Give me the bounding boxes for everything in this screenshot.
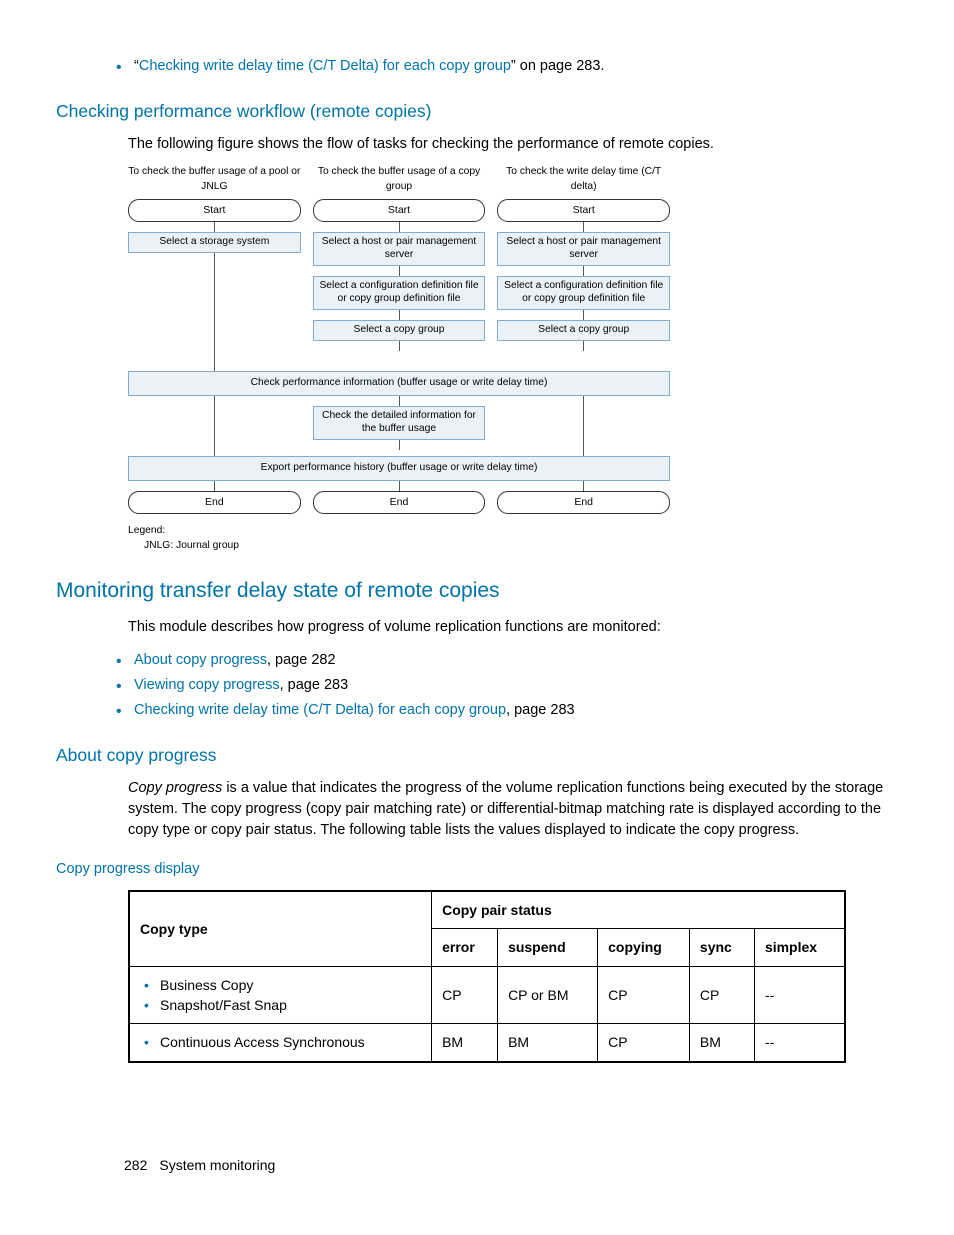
list-item: Viewing copy progress, page 283 — [134, 673, 898, 698]
link-suffix: , page 283 — [506, 702, 575, 718]
table-row: Business Copy Snapshot/Fast Snap CP CP o… — [129, 966, 845, 1024]
flow-col1-header: To check the buffer usage of a pool or J… — [128, 165, 301, 195]
th-copy-type: Copy type — [129, 891, 432, 966]
flow-box-select-config-2: Select a configuration definition file o… — [313, 276, 486, 310]
flow-box-select-copygroup-2: Select a copy group — [313, 320, 486, 341]
reference-item: “Checking write delay time (C/T Delta) f… — [134, 54, 898, 79]
cell-suspend: CP or BM — [498, 966, 598, 1024]
th-error: error — [432, 929, 498, 966]
table-caption: Copy progress display — [56, 859, 898, 880]
cell-copy-type: Continuous Access Synchronous — [129, 1024, 432, 1062]
cell-copying: CP — [598, 1024, 690, 1062]
page-number: 282 — [124, 1157, 147, 1173]
section3-paragraph: Copy progress is a value that indicates … — [56, 778, 898, 841]
flow-box-select-host-2: Select a host or pair management server — [313, 232, 486, 266]
flow-start-1: Start — [128, 199, 301, 222]
link-suffix: , page 282 — [267, 652, 336, 668]
flow-col3-header: To check the write delay time (C/T delta… — [497, 165, 670, 195]
link-viewing-copy-progress[interactable]: Viewing copy progress — [134, 677, 280, 693]
section-heading-performance-workflow: Checking performance workflow (remote co… — [56, 99, 898, 124]
flow-box-select-host-3: Select a host or pair management server — [497, 232, 670, 266]
flow-box-select-storage: Select a storage system — [128, 232, 301, 253]
list-item: Checking write delay time (C/T Delta) fo… — [134, 698, 898, 723]
section2-intro: This module describes how progress of vo… — [56, 617, 898, 638]
reference-suffix: ” on page 283. — [511, 58, 605, 74]
table-row: Continuous Access Synchronous BM BM CP B… — [129, 1024, 845, 1062]
flow-legend: Legend: JNLG: Journal group — [128, 524, 670, 554]
th-copying: copying — [598, 929, 690, 966]
type-item: Business Copy — [140, 975, 421, 995]
cell-error: CP — [432, 966, 498, 1024]
copy-progress-table: Copy type Copy pair status error suspend… — [128, 890, 846, 1062]
flow-box-select-copygroup-3: Select a copy group — [497, 320, 670, 341]
reference-link[interactable]: Checking write delay time (C/T Delta) fo… — [139, 58, 511, 74]
th-sync: sync — [689, 929, 754, 966]
top-reference-list: “Checking write delay time (C/T Delta) f… — [56, 54, 898, 79]
flow-col2-header: To check the buffer usage of a copy grou… — [313, 165, 486, 195]
cell-copy-type: Business Copy Snapshot/Fast Snap — [129, 966, 432, 1024]
flow-end-3: End — [497, 491, 670, 514]
flow-start-3: Start — [497, 199, 670, 222]
section-heading-about-copy-progress: About copy progress — [56, 743, 898, 768]
workflow-flowchart: To check the buffer usage of a pool or J… — [128, 165, 670, 554]
flow-wide-check-performance: Check performance information (buffer us… — [128, 371, 670, 396]
flow-box-check-detailed: Check the detailed information for the b… — [313, 406, 486, 440]
section1-paragraph: The following figure shows the flow of t… — [56, 134, 898, 155]
cell-simplex: -- — [754, 1024, 845, 1062]
list-item: About copy progress, page 282 — [134, 648, 898, 673]
footer-title: System monitoring — [159, 1157, 275, 1173]
legend-item: JNLG: Journal group — [128, 539, 670, 554]
cell-copying: CP — [598, 966, 690, 1024]
link-about-copy-progress[interactable]: About copy progress — [134, 652, 267, 668]
cell-error: BM — [432, 1024, 498, 1062]
type-item: Snapshot/Fast Snap — [140, 995, 421, 1015]
legend-title: Legend: — [128, 524, 670, 539]
th-suspend: suspend — [498, 929, 598, 966]
page-footer: 282 System monitoring — [124, 1155, 275, 1175]
th-copy-pair-status: Copy pair status — [432, 891, 845, 929]
cell-simplex: -- — [754, 966, 845, 1024]
section-heading-monitoring-transfer: Monitoring transfer delay state of remot… — [56, 576, 898, 606]
cell-sync: BM — [689, 1024, 754, 1062]
flow-end-2: End — [313, 491, 486, 514]
th-simplex: simplex — [754, 929, 845, 966]
flow-box-select-config-3: Select a configuration definition file o… — [497, 276, 670, 310]
italic-term: Copy progress — [128, 780, 222, 796]
cell-sync: CP — [689, 966, 754, 1024]
type-item: Continuous Access Synchronous — [140, 1032, 421, 1052]
link-checking-write-delay[interactable]: Checking write delay time (C/T Delta) fo… — [134, 702, 506, 718]
paragraph-rest: is a value that indicates the progress o… — [128, 780, 883, 838]
link-suffix: , page 283 — [280, 677, 349, 693]
flow-end-1: End — [128, 491, 301, 514]
flow-wide-export-history: Export performance history (buffer usage… — [128, 456, 670, 481]
section2-list: About copy progress, page 282 Viewing co… — [56, 648, 898, 723]
flow-start-2: Start — [313, 199, 486, 222]
cell-suspend: BM — [498, 1024, 598, 1062]
